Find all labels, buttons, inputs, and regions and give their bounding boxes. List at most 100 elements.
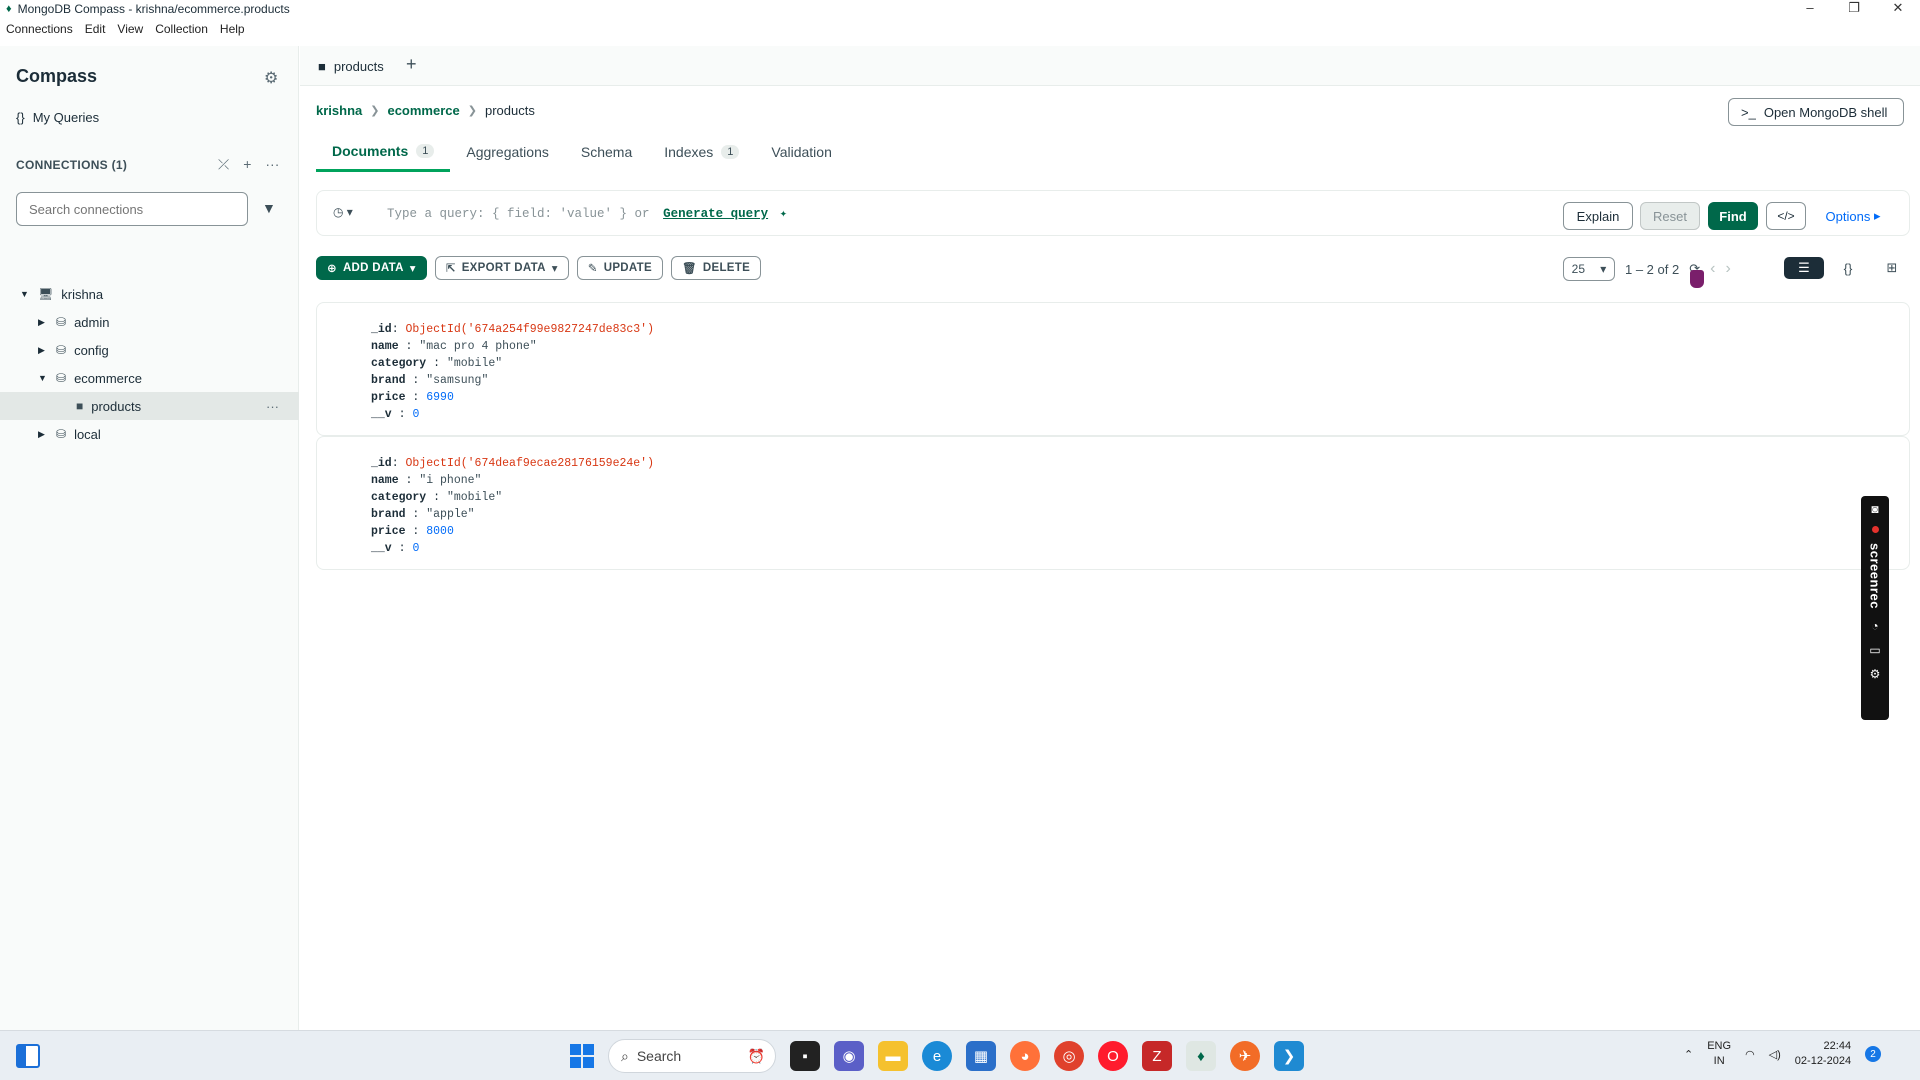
- menu-collection[interactable]: Collection: [155, 22, 208, 42]
- start-windows-icon[interactable]: [570, 1044, 594, 1068]
- chevron-up-icon[interactable]: ⌃: [1684, 1048, 1693, 1061]
- document-card[interactable]: _id: ObjectId('674a254f99e9827247de83c3'…: [316, 302, 1910, 436]
- caret-down-icon[interactable]: ▼: [38, 373, 50, 383]
- file-explorer-dark-icon[interactable]: ▪: [790, 1041, 820, 1071]
- delete-button[interactable]: 🗑 DELETE: [670, 256, 762, 280]
- close-icon[interactable]: ✕: [1876, 0, 1920, 17]
- tree-item-admin[interactable]: ▶ ⛁ admin: [0, 308, 299, 336]
- update-button[interactable]: ✎ UPDATE: [576, 256, 663, 280]
- timer-icon[interactable]: ◔: [1871, 619, 1878, 633]
- next-page-icon[interactable]: ›: [1725, 260, 1730, 278]
- folder-icon: ■: [76, 399, 84, 413]
- caret-down-icon[interactable]: ▼: [20, 289, 32, 299]
- teams-icon[interactable]: ◉: [834, 1041, 864, 1071]
- menu-edit[interactable]: Edit: [85, 22, 106, 42]
- caret-right-icon[interactable]: ▶: [38, 317, 50, 328]
- tab-validation[interactable]: Validation: [755, 132, 847, 172]
- tab-aggregations[interactable]: Aggregations: [450, 132, 565, 172]
- tree-item-krishna[interactable]: ▼ 🖥 krishna: [0, 280, 299, 308]
- query-input[interactable]: Type a query: { field: 'value' } or Gene…: [387, 205, 787, 221]
- caret-right-icon: ▸: [1873, 208, 1881, 223]
- tree-item-local[interactable]: ▶ ⛁ local: [0, 420, 299, 448]
- widgets-icon[interactable]: [16, 1044, 40, 1068]
- notification-badge-icon[interactable]: 2: [1865, 1046, 1882, 1062]
- tab-schema[interactable]: Schema: [565, 132, 648, 172]
- store-icon[interactable]: ▦: [966, 1041, 996, 1071]
- caret-down-icon: ▾: [551, 263, 558, 275]
- tree-item-label: ecommerce: [74, 370, 142, 386]
- record-dot-icon[interactable]: [1871, 526, 1879, 533]
- vscode-icon[interactable]: ❯: [1274, 1041, 1304, 1071]
- export-data-button[interactable]: ⇱ EXPORT DATA ▾: [434, 256, 569, 280]
- open-shell-button[interactable]: >_ Open MongoDB shell: [1728, 98, 1904, 126]
- my-queries-link[interactable]: {} My Queries: [16, 110, 99, 125]
- tab-indexes[interactable]: Indexes 1: [648, 132, 755, 172]
- query-placeholder: Type a query: { field: 'value' } or: [387, 207, 650, 221]
- options-label: Options: [1825, 208, 1871, 224]
- mongodb-leaf-icon: ♦: [6, 2, 12, 15]
- options-toggle[interactable]: Options ▸: [1818, 202, 1888, 230]
- minimize-icon[interactable]: –: [1788, 0, 1832, 17]
- my-queries-label: My Queries: [32, 110, 100, 125]
- folder-icon[interactable]: ▬: [878, 1041, 908, 1071]
- table-view-icon[interactable]: ⊞: [1872, 257, 1912, 279]
- search-connections-input[interactable]: [16, 192, 248, 226]
- tree-item-ecommerce[interactable]: ▼ ⛁ ecommerce: [0, 364, 299, 392]
- new-tab-plus-icon[interactable]: +: [406, 54, 417, 75]
- camera-icon[interactable]: ◙: [1871, 502, 1878, 516]
- export-data-label: EXPORT DATA: [461, 262, 546, 274]
- query-history-icon[interactable]: ◷ ▾: [333, 205, 353, 219]
- clock[interactable]: 22:44 02-12-2024: [1795, 1039, 1851, 1069]
- collection-more-icon[interactable]: ···: [266, 399, 279, 414]
- window-icon[interactable]: ▭: [1869, 643, 1880, 657]
- edge-icon[interactable]: e: [922, 1041, 952, 1071]
- chrome-icon[interactable]: ◎: [1054, 1041, 1084, 1071]
- more-options-icon[interactable]: ···: [265, 156, 279, 173]
- restore-icon[interactable]: ❐: [1832, 0, 1876, 17]
- language-indicator[interactable]: ENG IN: [1707, 1039, 1731, 1069]
- caret-right-icon[interactable]: ▶: [38, 345, 50, 356]
- menu-help[interactable]: Help: [220, 22, 245, 42]
- speaker-icon[interactable]: ◁): [1769, 1048, 1781, 1061]
- breadcrumb-database[interactable]: ecommerce: [387, 103, 459, 118]
- mongodb-compass-icon[interactable]: ♦: [1186, 1041, 1216, 1071]
- filezilla-icon[interactable]: Z: [1142, 1041, 1172, 1071]
- find-button[interactable]: Find: [1708, 202, 1758, 230]
- doc-field-v: __v : 0: [371, 542, 420, 555]
- document-card[interactable]: _id: ObjectId('674deaf9ecae28176159e24e'…: [316, 436, 1910, 570]
- postman-icon[interactable]: ✈: [1230, 1041, 1260, 1071]
- wifi-icon[interactable]: ◠: [1745, 1048, 1755, 1061]
- workspace-tabstrip: ■ products +: [300, 46, 1920, 86]
- list-view-icon[interactable]: ☰: [1784, 257, 1824, 279]
- page-size-select[interactable]: 25 ▾: [1563, 257, 1615, 281]
- generate-query-link[interactable]: Generate query: [663, 207, 768, 221]
- tab-products[interactable]: ■ products: [310, 52, 392, 80]
- region-label: IN: [1713, 1055, 1725, 1067]
- export-to-language-icon[interactable]: </>: [1766, 202, 1806, 230]
- caret-right-icon[interactable]: ▶: [38, 429, 50, 440]
- pencil-icon: ✎: [587, 263, 598, 275]
- settings-gear-icon[interactable]: ⚙: [264, 68, 278, 88]
- menu-view[interactable]: View: [117, 22, 143, 42]
- opera-icon[interactable]: O: [1098, 1041, 1128, 1071]
- tree-item-label: products: [91, 398, 142, 414]
- explain-button[interactable]: Explain: [1563, 202, 1633, 230]
- tree-item-config[interactable]: ▶ ⛁ config: [0, 336, 299, 364]
- add-connection-icon[interactable]: +: [243, 156, 251, 173]
- gear-icon[interactable]: ⚙: [1870, 667, 1881, 681]
- doc-field-price: price : 8000: [371, 525, 454, 538]
- menu-connections[interactable]: Connections: [6, 22, 73, 42]
- reset-button[interactable]: Reset: [1640, 202, 1700, 230]
- add-data-button[interactable]: ⊕ ADD DATA ▾: [316, 256, 427, 280]
- taskbar-search[interactable]: ⌕ Search ⏰: [608, 1039, 776, 1073]
- json-view-icon[interactable]: {}: [1828, 257, 1868, 279]
- tab-documents[interactable]: Documents 1: [316, 132, 451, 172]
- previous-page-icon[interactable]: ‹: [1710, 260, 1715, 278]
- documents-toolbar: ⊕ ADD DATA ▾ ⇱ EXPORT DATA ▾ ✎ UPDATE 🗑 …: [316, 256, 762, 282]
- filter-icon[interactable]: ▼: [262, 200, 276, 216]
- tree-item-products[interactable]: ■ products ···: [0, 392, 299, 420]
- breadcrumb-connection[interactable]: krishna: [316, 103, 362, 118]
- firefox-icon[interactable]: ◕: [1010, 1041, 1040, 1071]
- doc-field-name: name : "i phone": [371, 474, 482, 487]
- collapse-all-icon[interactable]: ⤫: [218, 156, 229, 173]
